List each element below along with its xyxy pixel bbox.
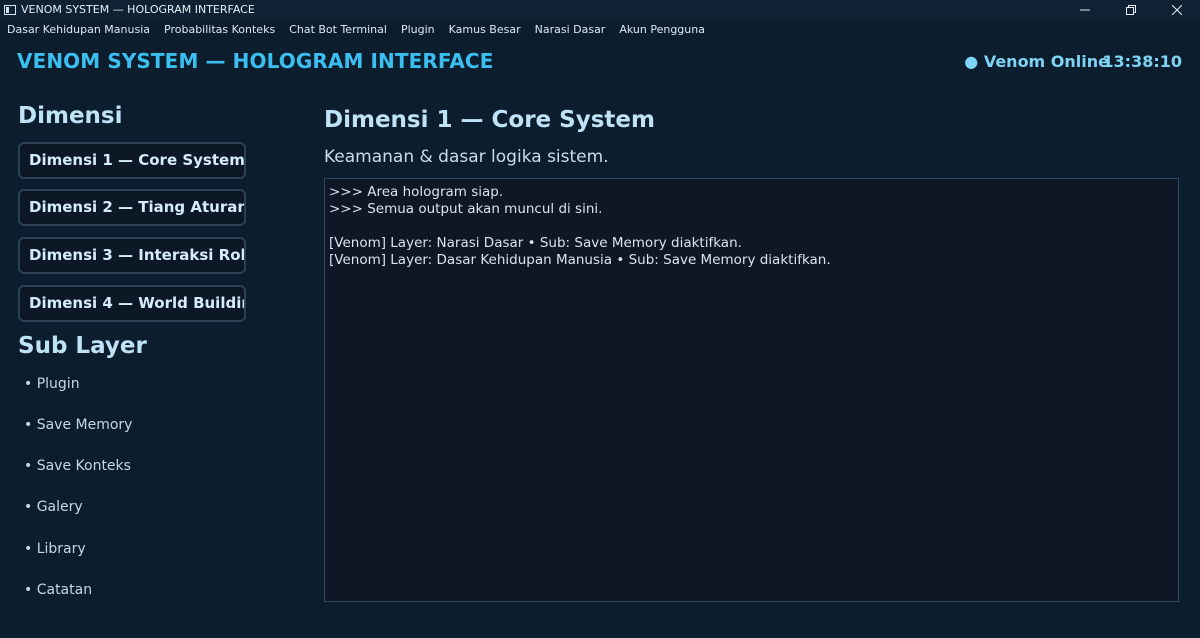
menu-akun-pengguna[interactable]: Akun Pengguna xyxy=(612,19,712,40)
menu-bar: Dasar Kehidupan Manusia Probabilitas Kon… xyxy=(0,19,1200,40)
console-line: >>> Semua output akan muncul di sini. xyxy=(329,201,603,217)
console-line: [Venom] Layer: Narasi Dasar • Sub: Save … xyxy=(329,235,742,251)
sublayer-library[interactable]: • Library xyxy=(24,541,86,557)
clock: 13:38:10 xyxy=(1102,52,1182,71)
menu-plugin[interactable]: Plugin xyxy=(394,19,442,40)
app-window-icon xyxy=(4,4,16,15)
minimize-button[interactable] xyxy=(1062,0,1108,19)
app-header-title: VENOM SYSTEM — HOLOGRAM INTERFACE xyxy=(17,49,494,73)
sublayer-save-konteks[interactable]: • Save Konteks xyxy=(24,458,131,474)
close-button[interactable] xyxy=(1154,0,1200,19)
console-line: >>> Area hologram siap. xyxy=(329,184,504,200)
online-status: ● Venom Online xyxy=(964,52,1109,71)
main-subtitle: Keamanan & dasar logika sistem. xyxy=(324,147,609,167)
dimension-4-button[interactable]: Dimensi 4 — World Buildin xyxy=(18,285,246,322)
sublayer-plugin[interactable]: • Plugin xyxy=(24,376,80,392)
menu-chat-bot-terminal[interactable]: Chat Bot Terminal xyxy=(282,19,394,40)
window-controls xyxy=(1062,0,1200,19)
menu-kamus-besar[interactable]: Kamus Besar xyxy=(442,19,528,40)
console-line: [Venom] Layer: Dasar Kehidupan Manusia •… xyxy=(329,252,831,268)
close-icon xyxy=(1172,4,1182,15)
dimensi-heading: Dimensi xyxy=(18,103,123,129)
restore-button[interactable] xyxy=(1108,0,1154,19)
window-title: VENOM SYSTEM — HOLOGRAM INTERFACE xyxy=(21,3,255,16)
dimension-1-button[interactable]: Dimensi 1 — Core System xyxy=(18,142,246,179)
sublayer-save-memory[interactable]: • Save Memory xyxy=(24,417,132,433)
sub-layer-heading: Sub Layer xyxy=(18,333,147,359)
sublayer-galery[interactable]: • Galery xyxy=(24,499,83,515)
dimension-2-button[interactable]: Dimensi 2 — Tiang Aturan xyxy=(18,189,246,226)
minimize-icon xyxy=(1080,9,1090,10)
title-bar: VENOM SYSTEM — HOLOGRAM INTERFACE xyxy=(0,0,1200,19)
hologram-console[interactable]: >>> Area hologram siap. >>> Semua output… xyxy=(324,178,1179,602)
menu-probabilitas-konteks[interactable]: Probabilitas Konteks xyxy=(157,19,282,40)
sublayer-catatan[interactable]: • Catatan xyxy=(24,582,92,598)
dimension-3-button[interactable]: Dimensi 3 — Interaksi Rob xyxy=(18,237,246,274)
main-title: Dimensi 1 — Core System xyxy=(324,107,655,133)
menu-dasar-kehidupan-manusia[interactable]: Dasar Kehidupan Manusia xyxy=(0,19,157,40)
restore-icon xyxy=(1126,4,1136,15)
menu-narasi-dasar[interactable]: Narasi Dasar xyxy=(528,19,613,40)
